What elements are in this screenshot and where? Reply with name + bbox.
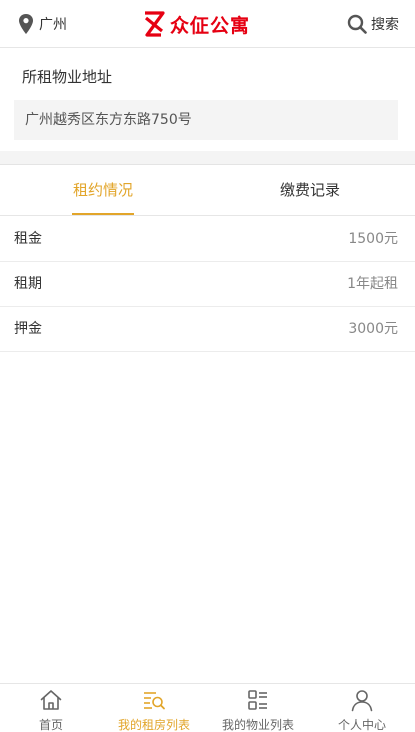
address-label: 所租物业地址 <box>22 68 113 86</box>
search-icon <box>347 14 367 34</box>
search-button[interactable]: 搜索 <box>347 12 399 36</box>
address-value: 广州越秀区东方东路750号 <box>14 100 398 140</box>
search-label: 搜索 <box>371 17 399 33</box>
top-header: 广州 众佂公寓 搜索 <box>0 0 415 48</box>
tab-lease-status[interactable]: 租约情况 <box>72 166 134 215</box>
row-value: 1年起租 <box>347 276 398 292</box>
bottom-nav: 首页 我的租房列表 我的物业列表 个人中心 <box>0 683 415 732</box>
grid-list-icon <box>248 690 267 710</box>
nav-profile[interactable]: 个人中心 <box>332 684 392 732</box>
row-value: 1500元 <box>348 231 398 247</box>
brand-name: 众佂公寓 <box>170 14 251 37</box>
nav-home[interactable]: 首页 <box>26 684 76 732</box>
section-divider <box>0 151 415 165</box>
tab-payment-records[interactable]: 缴费记录 <box>278 166 342 215</box>
lease-row-term: 租期 1年起租 <box>0 262 415 307</box>
nav-label: 我的租房列表 <box>117 718 190 732</box>
nav-label: 我的物业列表 <box>221 718 294 732</box>
city-label: 广州 <box>39 17 67 33</box>
row-key: 租金 <box>14 231 42 247</box>
row-key: 押金 <box>14 321 42 337</box>
location-pin-icon <box>19 14 33 34</box>
lease-row-deposit: 押金 3000元 <box>0 307 415 352</box>
row-value: 3000元 <box>348 321 398 337</box>
brand-mark-icon <box>144 11 165 37</box>
brand-logo: 众佂公寓 <box>142 9 250 39</box>
nav-my-properties[interactable]: 我的物业列表 <box>216 684 300 732</box>
row-key: 租期 <box>14 276 42 292</box>
tab-bar: 租约情况 缴费记录 <box>0 166 415 216</box>
list-search-icon <box>144 692 165 710</box>
nav-label: 首页 <box>38 718 63 732</box>
location-selector[interactable]: 广州 <box>18 12 67 36</box>
user-icon <box>351 690 373 712</box>
nav-label: 个人中心 <box>337 718 386 732</box>
home-icon <box>40 690 62 710</box>
nav-my-rentals[interactable]: 我的租房列表 <box>112 684 196 732</box>
lease-row-rent: 租金 1500元 <box>0 217 415 262</box>
